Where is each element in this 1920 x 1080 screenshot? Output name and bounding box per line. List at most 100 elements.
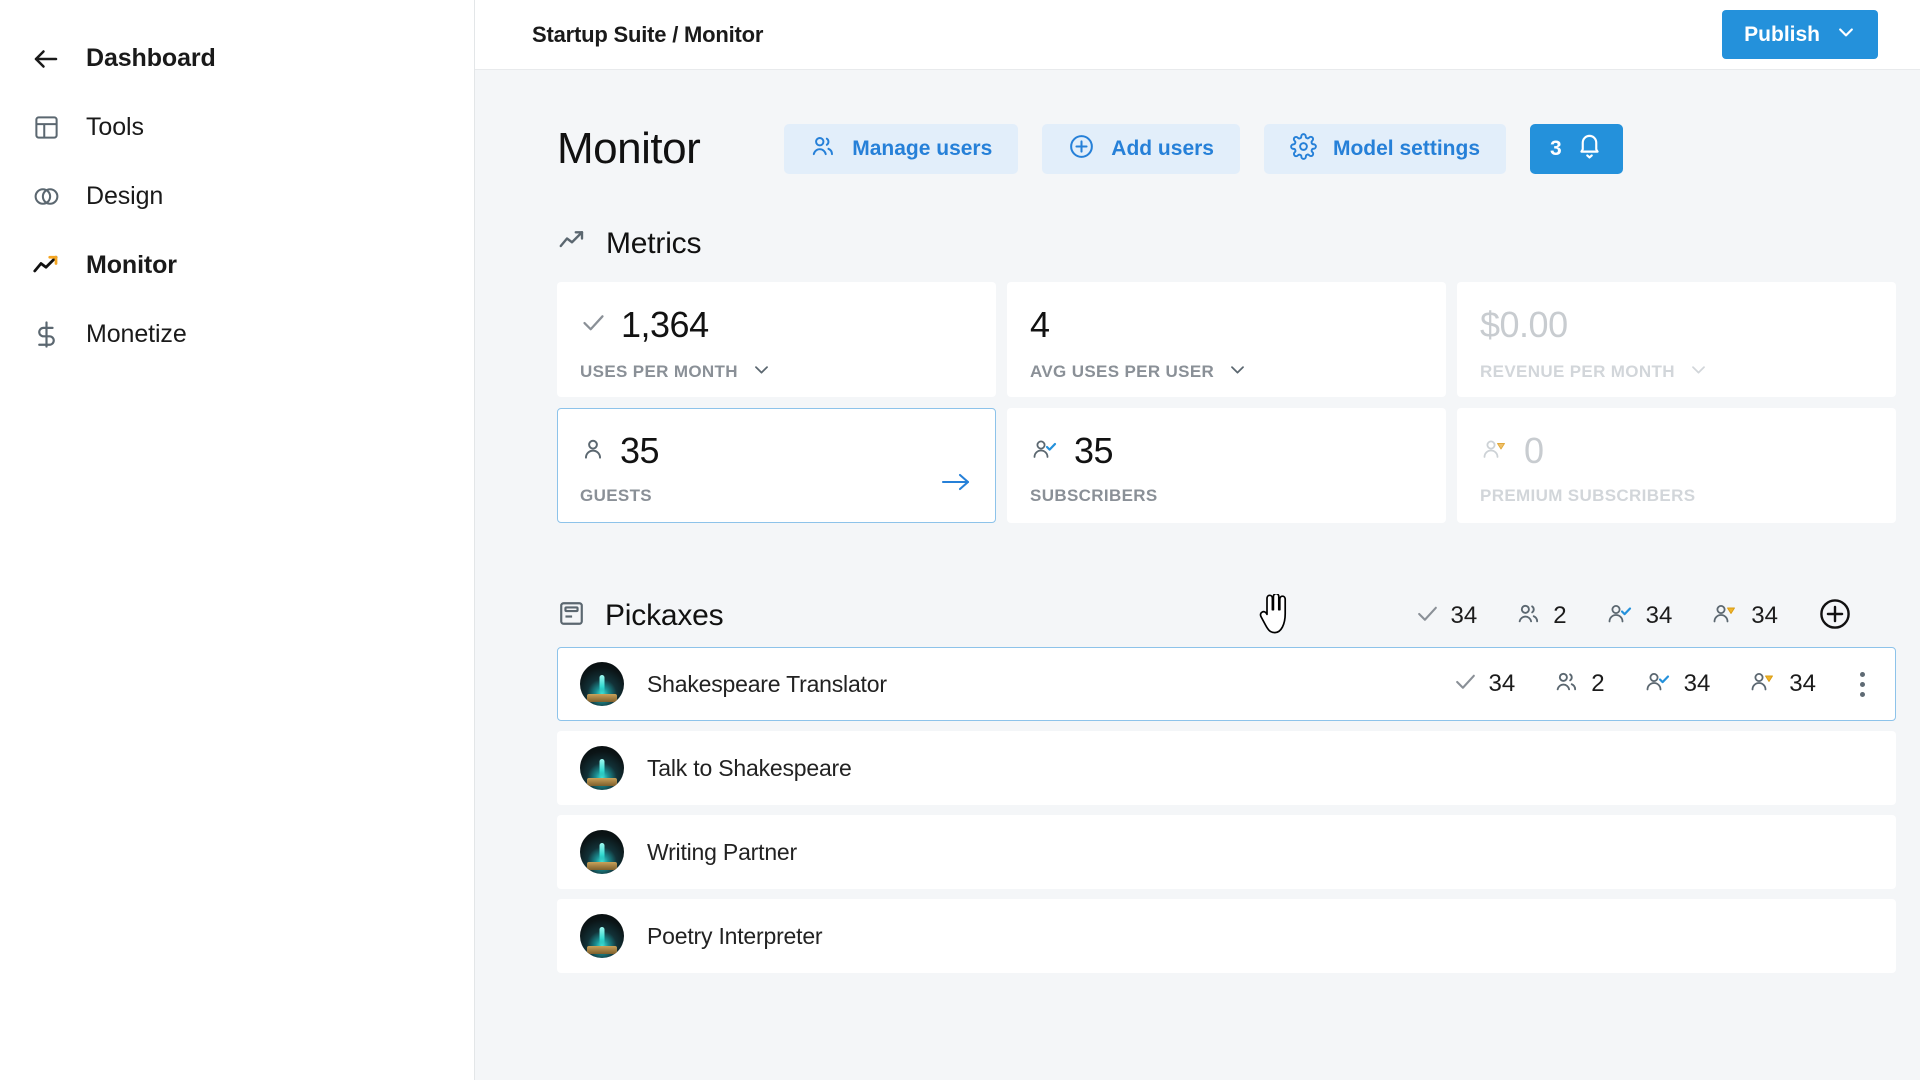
metric-value-row: 35 — [1030, 429, 1423, 473]
page-actions: Manage users Add users Model settings — [784, 124, 1622, 174]
sidebar-item-label: Design — [86, 182, 163, 211]
notifications-button[interactable]: 3 — [1530, 124, 1623, 174]
plus-circle-icon — [1818, 597, 1852, 634]
table-row[interactable]: Talk to Shakespeare — [557, 731, 1896, 805]
sidebar-item-monitor[interactable]: Monitor — [0, 231, 474, 300]
publish-button[interactable]: Publish — [1722, 10, 1878, 59]
stat-subscribers: 34 — [1643, 669, 1711, 699]
avatar — [580, 830, 624, 874]
sidebar-item-tools[interactable]: Tools — [0, 93, 474, 162]
avatar — [580, 662, 624, 706]
stat-premium: 34 — [1748, 669, 1816, 699]
pickaxes-section-header: Pickaxes 34 2 — [475, 597, 1920, 634]
pickaxe-name: Poetry Interpreter — [647, 923, 822, 950]
table-row[interactable]: Poetry Interpreter — [557, 899, 1896, 973]
manage-users-button[interactable]: Manage users — [784, 124, 1018, 174]
metric-label: PREMIUM SUBSCRIBERS — [1480, 486, 1695, 506]
metric-value-row: 1,364 — [580, 303, 973, 347]
user-premium-icon — [1748, 669, 1778, 699]
check-icon — [1453, 669, 1478, 699]
add-pickaxe-button[interactable] — [1818, 597, 1852, 634]
list-panel-icon — [557, 599, 586, 633]
overlapping-circles-icon — [29, 180, 63, 214]
pickaxe-name: Talk to Shakespeare — [647, 755, 852, 782]
metric-value: 0 — [1524, 430, 1544, 472]
user-premium-icon — [1710, 601, 1740, 631]
layout-icon — [29, 111, 63, 145]
pickaxe-name: Shakespeare Translator — [647, 671, 887, 698]
metric-card-guests[interactable]: 35 GUESTS — [557, 408, 996, 523]
model-settings-label: Model settings — [1333, 137, 1480, 161]
trend-up-icon — [557, 226, 587, 261]
stat-value: 34 — [1789, 670, 1816, 698]
metric-value-row: 35 — [580, 429, 973, 473]
user-premium-icon — [1480, 436, 1510, 467]
pickaxe-identity: Writing Partner — [580, 830, 1869, 874]
chevron-down-icon[interactable] — [1228, 360, 1247, 384]
metric-value: 35 — [1074, 430, 1113, 472]
metric-label-row: USES PER MONTH — [580, 360, 973, 384]
pickaxe-identity: Shakespeare Translator — [580, 662, 1453, 706]
metric-label-row: GUESTS — [580, 486, 973, 506]
pickaxe-row-stats: 34 2 34 — [1453, 668, 1869, 701]
stat-subscribers: 34 — [1605, 601, 1673, 631]
sidebar-item-label: Monetize — [86, 320, 187, 349]
chevron-down-icon[interactable] — [752, 360, 771, 384]
sidebar-item-design[interactable]: Design — [0, 162, 474, 231]
stat-value: 34 — [1646, 602, 1673, 630]
trend-up-icon — [29, 249, 63, 283]
avatar — [580, 746, 624, 790]
sidebar-item-label: Tools — [86, 113, 144, 142]
stat-value: 2 — [1553, 602, 1566, 630]
metric-label-row: PREMIUM SUBSCRIBERS — [1480, 486, 1873, 506]
chevron-down-icon[interactable] — [1689, 360, 1708, 384]
sidebar-item-monetize[interactable]: Monetize — [0, 300, 474, 369]
metric-label: AVG USES PER USER — [1030, 362, 1214, 382]
metric-label: GUESTS — [580, 486, 652, 506]
metrics-section-title: Metrics — [606, 227, 701, 261]
arrow-right-icon[interactable] — [941, 471, 971, 498]
user-icon — [580, 436, 606, 467]
app-root: Dashboard Tools Design Monitor Monetize — [0, 0, 1920, 1080]
metric-value: $0.00 — [1480, 304, 1568, 346]
kebab-menu-icon[interactable] — [1856, 668, 1869, 701]
pickaxe-identity: Poetry Interpreter — [580, 914, 1869, 958]
metric-label: SUBSCRIBERS — [1030, 486, 1158, 506]
breadcrumb: Startup Suite / Monitor — [497, 22, 763, 48]
table-row[interactable]: Writing Partner — [557, 815, 1896, 889]
stat-value: 2 — [1591, 670, 1604, 698]
stat-users: 2 — [1515, 601, 1566, 631]
users-icon — [1553, 669, 1580, 699]
metric-card-uses-per-month[interactable]: 1,364 USES PER MONTH — [557, 282, 996, 397]
metric-label: REVENUE PER MONTH — [1480, 362, 1675, 382]
metric-value: 1,364 — [621, 304, 709, 346]
back-arrow-icon — [29, 42, 63, 76]
pickaxe-identity: Talk to Shakespeare — [580, 746, 1869, 790]
stat-value: 34 — [1451, 602, 1478, 630]
model-settings-button[interactable]: Model settings — [1264, 124, 1506, 174]
chevron-down-icon — [1836, 22, 1856, 48]
metric-label: USES PER MONTH — [580, 362, 738, 382]
metric-value: 4 — [1030, 304, 1050, 346]
stat-value: 34 — [1489, 670, 1516, 698]
metric-card-avg-uses-per-user[interactable]: 4 AVG USES PER USER — [1007, 282, 1446, 397]
page-title: Monitor — [557, 124, 700, 174]
pickaxe-name: Writing Partner — [647, 839, 797, 866]
metric-value-row: $0.00 — [1480, 303, 1873, 347]
metric-card-premium-subscribers[interactable]: 0 PREMIUM SUBSCRIBERS — [1457, 408, 1896, 523]
top-bar: Startup Suite / Monitor Publish — [475, 0, 1920, 70]
sidebar: Dashboard Tools Design Monitor Monetize — [0, 0, 475, 1080]
pickaxes-list: Shakespeare Translator 34 — [557, 647, 1896, 973]
check-icon — [1415, 601, 1440, 631]
add-users-button[interactable]: Add users — [1042, 124, 1240, 174]
users-icon — [810, 133, 836, 165]
metric-card-revenue-per-month[interactable]: $0.00 REVENUE PER MONTH — [1457, 282, 1896, 397]
pickaxes-summary-stats: 34 2 34 — [1415, 597, 1852, 634]
sidebar-item-label: Monitor — [86, 251, 177, 280]
sidebar-item-dashboard[interactable]: Dashboard — [0, 24, 474, 93]
add-users-label: Add users — [1111, 137, 1214, 161]
avatar — [580, 914, 624, 958]
sidebar-item-label: Dashboard — [86, 44, 216, 73]
table-row[interactable]: Shakespeare Translator 34 — [557, 647, 1896, 721]
metric-card-subscribers[interactable]: 35 SUBSCRIBERS — [1007, 408, 1446, 523]
